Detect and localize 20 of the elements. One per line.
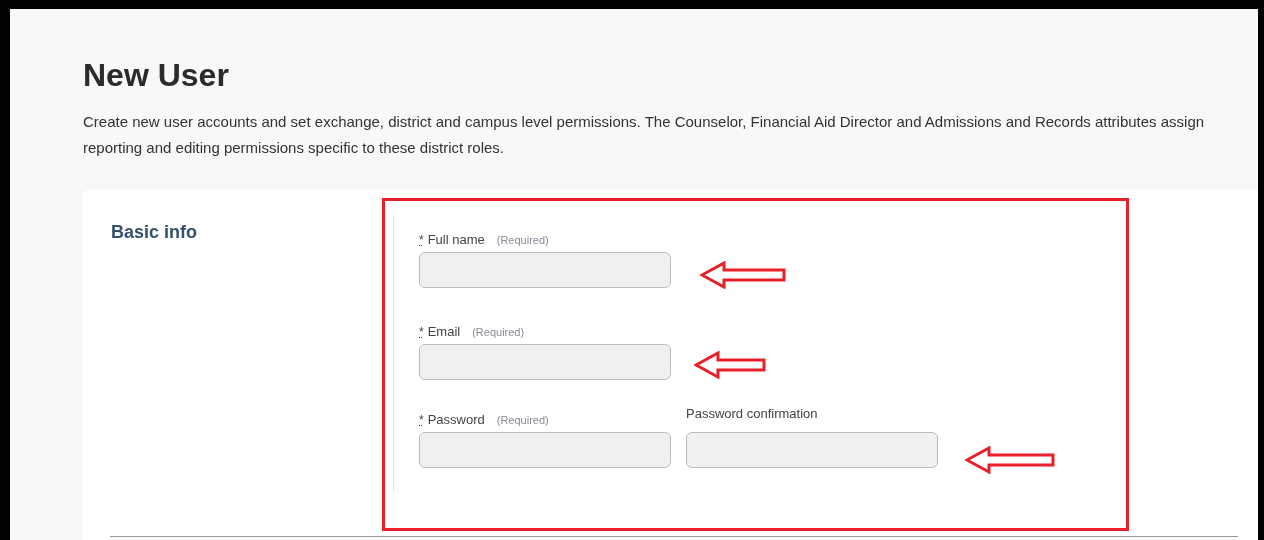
required-hint: (Required)	[496, 413, 549, 428]
required-hint: (Required)	[496, 233, 549, 248]
arrow-annotation-icon	[965, 446, 1055, 474]
required-hint: (Required)	[472, 325, 525, 340]
field-label: Password confirmation	[686, 405, 818, 423]
input-field[interactable]	[686, 432, 938, 468]
arrow-annotation-icon	[694, 351, 766, 379]
page-description: Create new user accounts and set exchange, district and campus level permissions. The Counselor, Financial Aid Director and Admissions and Records attributes assign reporting and editing permissions specific to these district roles.	[83, 112, 1206, 158]
input-field[interactable]	[419, 252, 671, 288]
section-title: Basic info	[110, 221, 199, 244]
required-mark: *	[419, 324, 424, 341]
page-title: New User	[83, 56, 230, 95]
input-field[interactable]	[419, 344, 671, 380]
required-mark: *	[419, 232, 424, 249]
arrow-annotation-icon	[700, 261, 786, 289]
field-label: Full name	[427, 231, 485, 249]
field-label: Password	[427, 411, 485, 429]
required-mark: *	[419, 412, 424, 429]
input-field[interactable]	[419, 432, 671, 468]
field-label: Email	[427, 323, 461, 341]
